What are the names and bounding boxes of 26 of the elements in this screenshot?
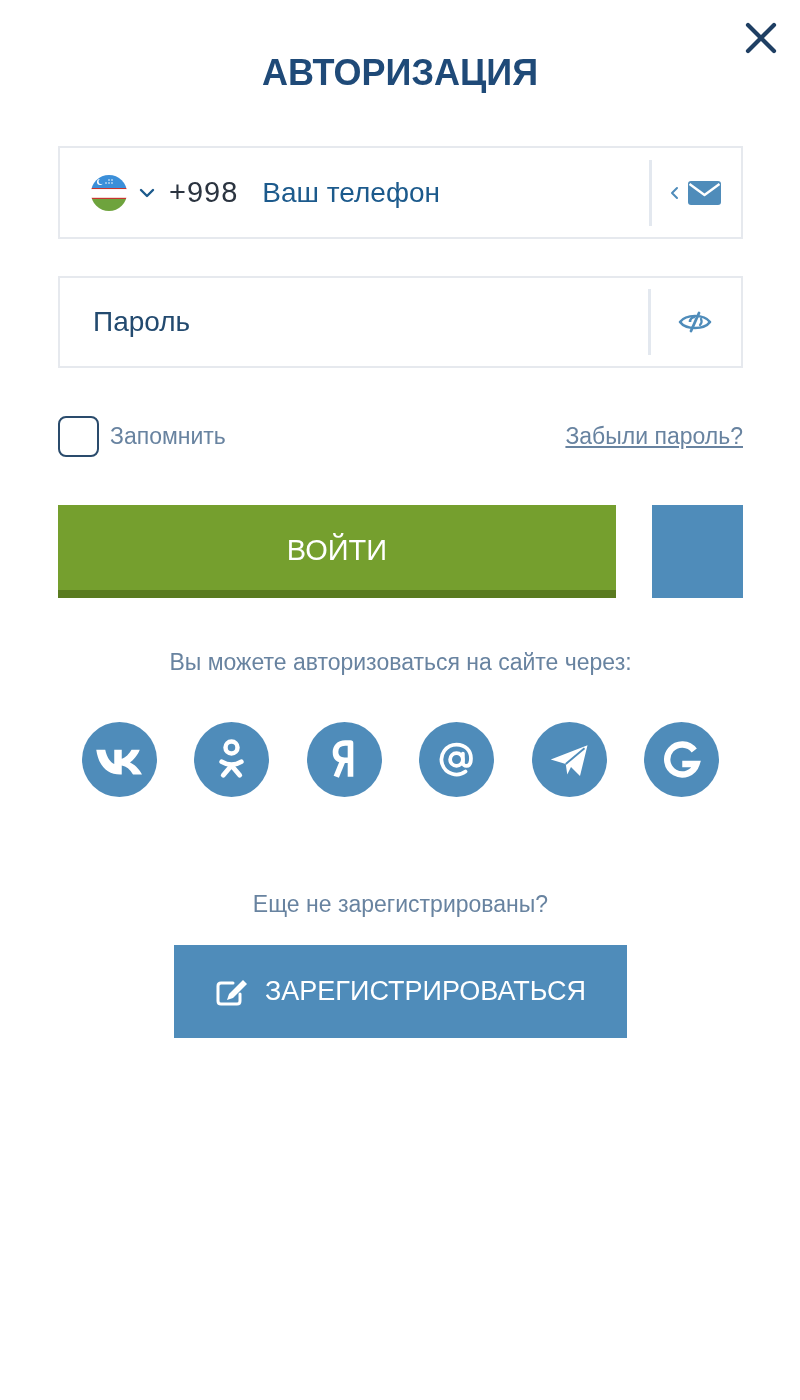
- register-button[interactable]: ЗАРЕГИСТРИРОВАТЬСЯ: [174, 945, 627, 1038]
- chevron-left-icon: [670, 185, 679, 200]
- login-button[interactable]: ВОЙТИ: [58, 505, 616, 598]
- password-field[interactable]: Пароль: [58, 276, 743, 368]
- ok-icon[interactable]: [194, 722, 270, 797]
- password-input[interactable]: Пароль: [93, 302, 648, 342]
- dialog-title: АВТОРИЗАЦИЯ: [261, 54, 539, 92]
- remember-checkbox[interactable]: [58, 416, 99, 457]
- social-login-caption: Вы можете авторизоваться на сайте через:: [168, 648, 633, 676]
- g-letter-icon[interactable]: [643, 722, 719, 797]
- phone-field[interactable]: +998 Ваш телефон: [58, 146, 743, 239]
- chevron-down-icon: [139, 187, 155, 198]
- vk-icon[interactable]: [82, 722, 157, 797]
- at-sign-icon[interactable]: [419, 722, 495, 797]
- remember-label[interactable]: Запомнить: [110, 423, 226, 450]
- paper-plane-icon[interactable]: [531, 722, 607, 797]
- phone-input[interactable]: Ваш телефон: [262, 172, 649, 213]
- flag-icon: [91, 174, 127, 211]
- envelope-icon: [688, 180, 721, 205]
- country-select[interactable]: [91, 174, 155, 211]
- register-prompt: Еще не зарегистрированы?: [251, 890, 550, 918]
- ya-letter-icon[interactable]: [306, 722, 382, 797]
- forgot-password-link[interactable]: Забыли пароль?: [565, 423, 743, 450]
- close-icon[interactable]: [745, 22, 777, 54]
- country-code: +998: [169, 176, 239, 209]
- eye-slash-icon: [678, 311, 712, 333]
